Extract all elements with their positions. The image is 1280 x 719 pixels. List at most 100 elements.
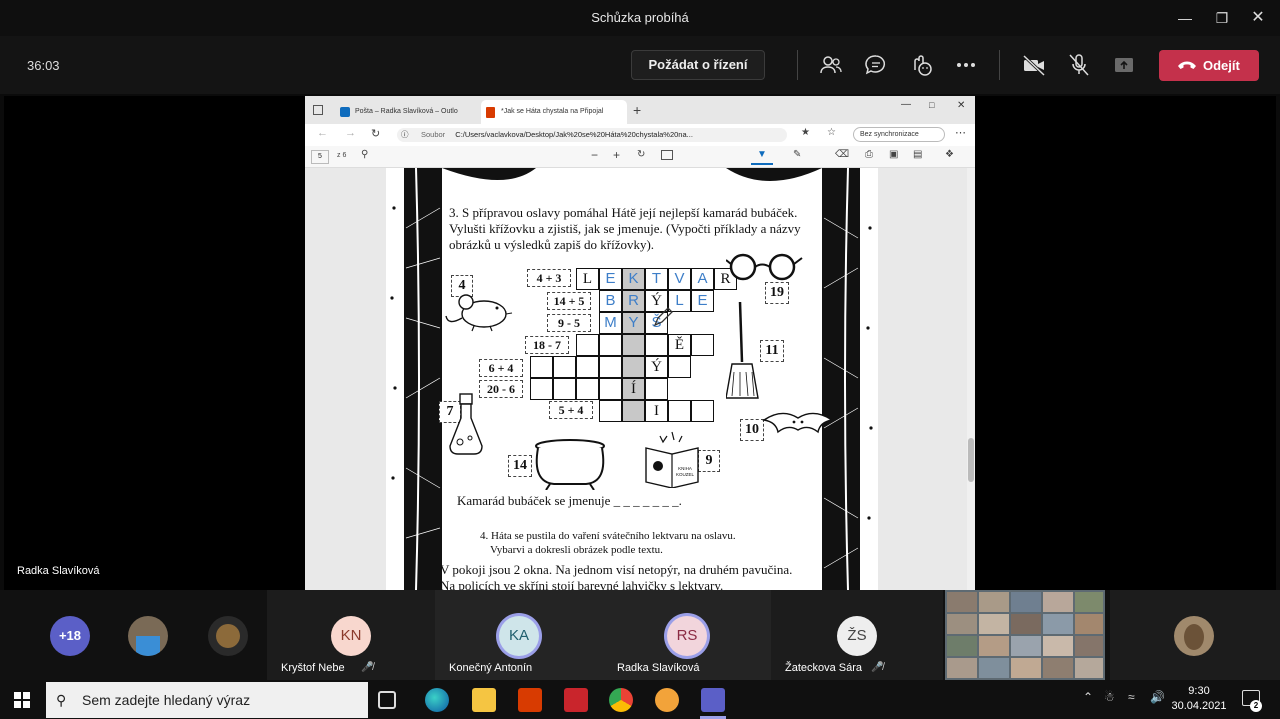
minimize-icon[interactable]: — <box>1175 8 1195 28</box>
crossword-cell[interactable] <box>668 356 691 378</box>
crossword-cell[interactable] <box>576 334 599 356</box>
avatar[interactable] <box>128 616 168 656</box>
save-icon[interactable]: ▣ <box>889 149 898 160</box>
chevron-up-icon[interactable]: ⌃ <box>1083 690 1093 704</box>
erase-icon[interactable]: ⌫ <box>835 149 849 160</box>
mouse-illustration <box>445 294 513 332</box>
participant-tile[interactable]: ŽS Žateckova Sára 🎤̸ <box>771 590 943 680</box>
office-icon[interactable] <box>518 688 542 712</box>
back-icon[interactable]: ← <box>317 127 328 139</box>
scrollbar-thumb[interactable] <box>968 438 974 482</box>
crossword-cell[interactable] <box>599 400 622 422</box>
video-mosaic <box>947 592 1103 678</box>
favorites-icon[interactable]: ☆ <box>827 127 836 138</box>
camera-off-icon[interactable] <box>1021 52 1047 78</box>
tab-pdf[interactable]: *Jak se Háta chystala na Připojal <box>481 100 627 124</box>
crossword-cell[interactable] <box>622 356 645 378</box>
taskbar-clock[interactable]: 9:30 30.04.2021 <box>1170 684 1228 714</box>
crossword-cell[interactable] <box>645 334 668 356</box>
windows-start-icon[interactable] <box>14 692 30 708</box>
close-icon[interactable]: ✕ <box>1248 8 1268 28</box>
crossword-cell[interactable] <box>691 400 714 422</box>
avatar[interactable] <box>208 616 248 656</box>
zoom-in-icon[interactable]: + <box>613 148 620 162</box>
more-icon[interactable]: ⋯ <box>955 126 966 139</box>
crossword-cell[interactable] <box>553 356 576 378</box>
shared-browser-window[interactable]: Pošta – Radka Slavíková – Outlo *Jak se … <box>305 96 975 590</box>
chat-icon[interactable] <box>863 52 889 78</box>
people-icon[interactable] <box>818 52 844 78</box>
pin-icon[interactable]: ❖ <box>945 149 954 160</box>
page-number-field[interactable]: 5 <box>311 150 329 164</box>
teams-icon[interactable] <box>701 688 725 712</box>
save-as-icon[interactable]: ▤ <box>913 149 922 160</box>
crossword-cell[interactable] <box>599 334 622 356</box>
participant-tile[interactable] <box>1110 590 1280 680</box>
crossword-cell[interactable] <box>599 356 622 378</box>
crossword-cell[interactable] <box>691 334 714 356</box>
url-field[interactable]: ⓘ Soubor C:/Users/vaclavkova/Desktop/Jak… <box>397 128 787 142</box>
participant-tile[interactable]: KA Konečný Antonín <box>435 590 603 680</box>
network-icon[interactable]: ☃ <box>1104 690 1115 704</box>
fit-page-icon[interactable] <box>661 150 673 160</box>
participant-tile[interactable]: KN Kryštof Nebe 🎤̸ <box>267 590 435 680</box>
avatar <box>1174 616 1214 656</box>
sync-button[interactable]: Bez synchronizace <box>853 127 945 142</box>
tab-label: Pošta – Radka Slavíková – Outlo <box>355 108 458 115</box>
meeting-control-bar: 36:03 Požádat o řízení Odejít <box>0 36 1280 94</box>
share-icon[interactable] <box>1111 52 1137 78</box>
reading-view-icon[interactable]: ★ <box>801 127 810 138</box>
url-text: C:/Users/vaclavkova/Desktop/Jak%20se%20H… <box>455 130 693 139</box>
scrollbar[interactable] <box>967 168 975 590</box>
address-bar: ← → ↻ ⓘ Soubor C:/Users/vaclavkova/Deskt… <box>305 124 975 146</box>
crossword-letter: K <box>628 270 639 287</box>
tab-actions-icon[interactable] <box>313 105 323 115</box>
potion-bottle-illustration <box>449 393 483 455</box>
pen-cursor-icon <box>653 307 673 327</box>
explorer-icon[interactable] <box>472 688 496 712</box>
reactions-icon[interactable] <box>908 52 934 78</box>
new-tab-icon[interactable]: + <box>633 102 641 118</box>
wifi-icon[interactable]: ≈ <box>1128 690 1135 704</box>
crossword-cell[interactable] <box>622 334 645 356</box>
participant-tile[interactable]: RS Radka Slavíková <box>603 590 771 680</box>
chrome-icon[interactable] <box>609 688 633 712</box>
edge-icon[interactable] <box>425 688 449 712</box>
zoom-out-icon[interactable]: − <box>591 148 598 162</box>
taskbar-search-input[interactable]: ⚲ Sem zadejte hledaný výraz <box>46 682 368 718</box>
highlight-icon[interactable]: ✎ <box>793 149 801 160</box>
draw-icon[interactable]: ▼ <box>751 149 773 165</box>
overflow-participants-button[interactable]: +18 <box>50 616 90 656</box>
print-icon[interactable]: ⎙ <box>865 149 873 160</box>
tab-outlook[interactable]: Pošta – Radka Slavíková – Outlo <box>335 100 475 124</box>
search-icon[interactable]: ⚲ <box>361 149 368 160</box>
close-icon[interactable]: ✕ <box>957 100 965 111</box>
crossword-cell[interactable] <box>599 378 622 400</box>
clue-label: 14 + 5 <box>547 292 591 310</box>
leave-button[interactable]: Odejít <box>1159 50 1259 81</box>
crossword-cell[interactable] <box>530 356 553 378</box>
request-control-button[interactable]: Požádat o řízení <box>631 50 765 80</box>
crossword-cell[interactable] <box>668 400 691 422</box>
crossword-cell[interactable] <box>645 378 668 400</box>
rotate-icon[interactable]: ↻ <box>637 149 645 160</box>
mic-off-icon[interactable] <box>1066 52 1092 78</box>
volume-icon[interactable]: 🔊 <box>1150 690 1165 704</box>
crossword-cell[interactable] <box>576 378 599 400</box>
crossword-cell[interactable] <box>576 356 599 378</box>
crossword-cell[interactable] <box>553 378 576 400</box>
more-icon[interactable] <box>953 52 979 78</box>
settings-icon[interactable] <box>655 688 679 712</box>
refresh-icon[interactable]: ↻ <box>371 127 380 140</box>
participant-name: Radka Slavíková <box>617 662 700 674</box>
crossword-cell[interactable] <box>530 378 553 400</box>
maximize-icon[interactable]: ❐ <box>1212 8 1232 28</box>
crossword-cell[interactable] <box>622 400 645 422</box>
forward-icon[interactable]: → <box>345 127 356 139</box>
video-grid-tile[interactable] <box>945 590 1105 680</box>
task-view-icon[interactable] <box>378 691 396 709</box>
acrobat-icon[interactable] <box>564 688 588 712</box>
maximize-icon[interactable]: □ <box>929 100 934 110</box>
minimize-icon[interactable]: — <box>901 99 911 110</box>
avatar-photo <box>216 624 240 648</box>
